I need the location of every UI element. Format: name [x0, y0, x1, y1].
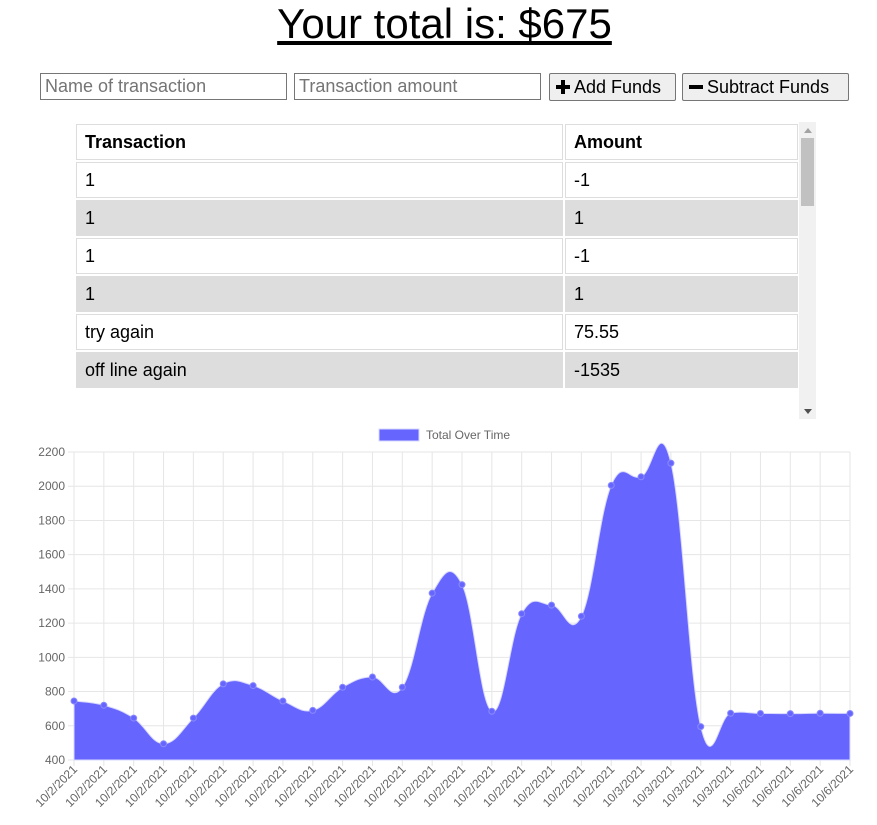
transaction-amount-cell: -1: [565, 162, 798, 198]
table-row: off line again -1535: [76, 352, 798, 388]
total-over-time-chart: 4006008001000120014001600180020002200 10…: [32, 428, 856, 810]
add-funds-button[interactable]: Add Funds: [549, 73, 676, 101]
transaction-name-cell: 1: [76, 276, 563, 312]
scroll-down-arrow-icon[interactable]: [799, 403, 816, 419]
data-point[interactable]: [219, 680, 227, 688]
transaction-name-input[interactable]: [40, 73, 287, 100]
y-tick-label: 1600: [38, 548, 65, 562]
table-row: 1 1: [76, 276, 798, 312]
table-row: 1 -1: [76, 238, 798, 274]
data-point[interactable]: [548, 601, 556, 609]
minus-icon: [689, 85, 703, 89]
data-point[interactable]: [398, 683, 406, 691]
data-point[interactable]: [309, 706, 317, 714]
subtract-funds-label: Subtract Funds: [707, 76, 830, 97]
transaction-amount-input[interactable]: [294, 73, 541, 100]
data-point[interactable]: [368, 673, 376, 681]
data-point[interactable]: [100, 701, 108, 709]
data-point[interactable]: [846, 709, 854, 717]
scroll-thumb[interactable]: [801, 138, 814, 206]
y-tick-label: 800: [45, 685, 65, 699]
data-point[interactable]: [70, 697, 78, 705]
legend-label[interactable]: Total Over Time: [426, 428, 510, 442]
data-point[interactable]: [189, 714, 197, 722]
y-tick-label: 2200: [38, 445, 65, 459]
transaction-amount-cell: 1: [565, 276, 798, 312]
data-point[interactable]: [488, 707, 496, 715]
data-point[interactable]: [160, 740, 168, 748]
table-scrollbar[interactable]: [799, 122, 816, 419]
data-point[interactable]: [607, 481, 615, 489]
transactions-table-container[interactable]: Transaction Amount 1 -1 1 1 1 -1 1 1 try: [74, 122, 816, 419]
add-funds-label: Add Funds: [574, 76, 662, 97]
data-point[interactable]: [786, 710, 794, 718]
data-point[interactable]: [816, 709, 824, 717]
table-row: 1 -1: [76, 162, 798, 198]
transaction-name-cell: 1: [76, 238, 563, 274]
plus-icon: [556, 80, 570, 94]
data-point[interactable]: [518, 610, 526, 618]
y-tick-label: 1000: [38, 650, 65, 664]
transaction-amount-cell: 75.55: [565, 314, 798, 350]
data-point[interactable]: [428, 589, 436, 597]
data-point[interactable]: [339, 683, 347, 691]
legend-swatch[interactable]: [378, 428, 420, 442]
transaction-amount-cell: 1: [565, 200, 798, 236]
data-point[interactable]: [130, 714, 138, 722]
table-row: 1 1: [76, 200, 798, 236]
y-tick-label: 1400: [38, 582, 65, 596]
data-point[interactable]: [637, 473, 645, 481]
transaction-name-cell: 1: [76, 162, 563, 198]
y-tick-label: 1200: [38, 616, 65, 630]
data-point[interactable]: [667, 459, 675, 467]
data-point[interactable]: [458, 581, 466, 589]
transaction-name-cell: try again: [76, 314, 563, 350]
subtract-funds-button[interactable]: Subtract Funds: [682, 73, 849, 101]
column-header-amount: Amount: [565, 124, 798, 160]
data-point[interactable]: [249, 682, 257, 690]
transaction-name-cell: off line again: [76, 352, 563, 388]
data-point[interactable]: [279, 697, 287, 705]
transactions-table: Transaction Amount 1 -1 1 1 1 -1 1 1 try: [74, 122, 800, 390]
data-point[interactable]: [577, 612, 585, 620]
transaction-name-cell: 1: [76, 200, 563, 236]
transaction-amount-cell: -1535: [565, 352, 798, 388]
transaction-amount-cell: -1: [565, 238, 798, 274]
scroll-up-arrow-icon[interactable]: [799, 122, 816, 138]
total-heading: Your total is: $675: [277, 0, 612, 47]
data-point[interactable]: [697, 723, 705, 731]
y-tick-label: 1800: [38, 513, 65, 527]
y-tick-label: 400: [45, 753, 65, 767]
y-tick-label: 2000: [38, 479, 65, 493]
data-point[interactable]: [756, 709, 764, 717]
data-point[interactable]: [727, 709, 735, 717]
y-tick-label: 600: [45, 719, 65, 733]
column-header-transaction: Transaction: [76, 124, 563, 160]
table-row: try again 75.55: [76, 314, 798, 350]
